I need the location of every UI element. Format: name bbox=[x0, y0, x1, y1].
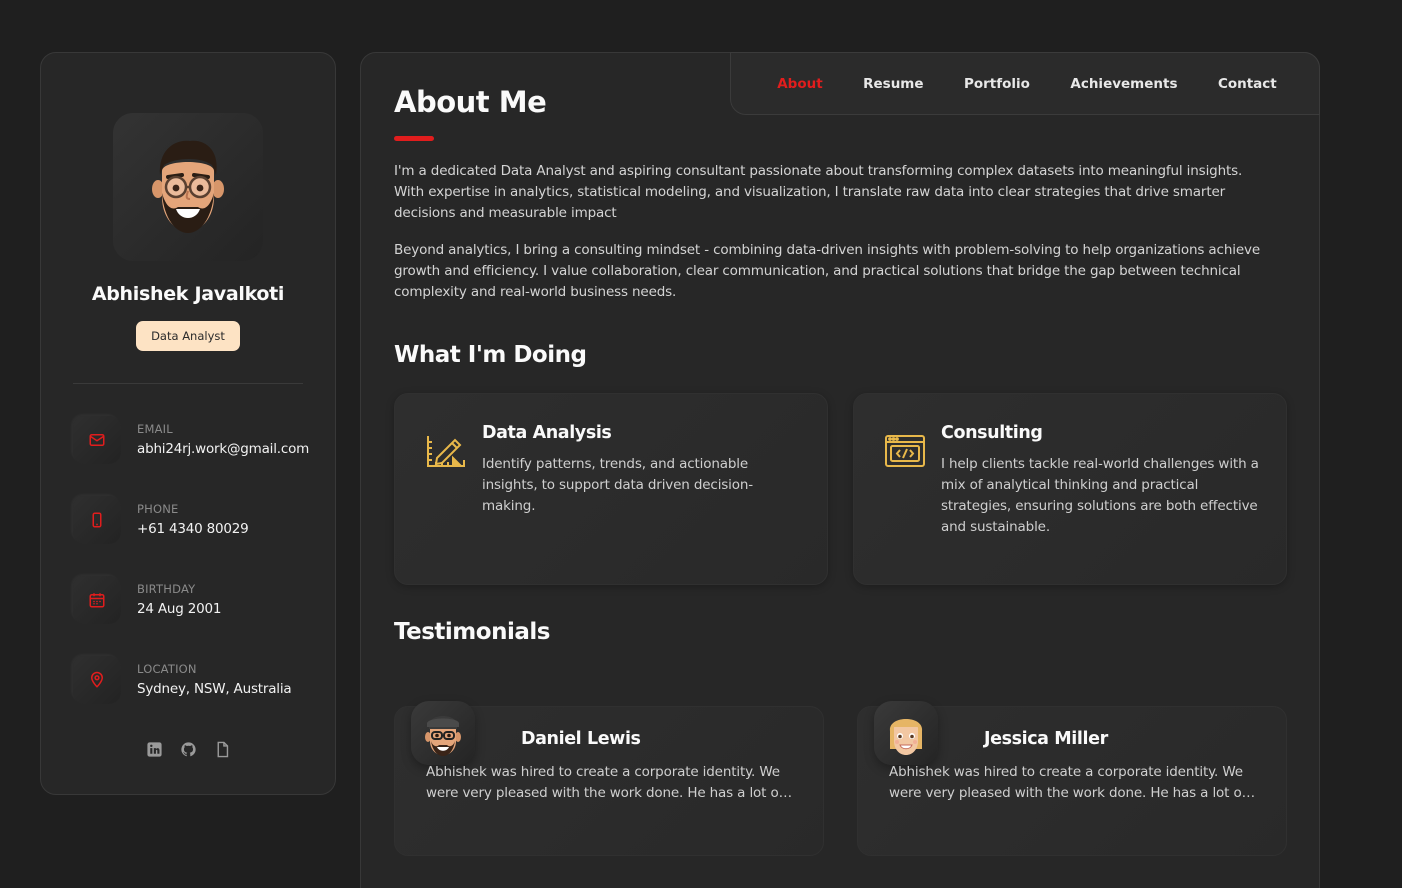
contact-label: EMAIL bbox=[137, 422, 173, 436]
about-paragraph: Beyond analytics, I bring a consulting m… bbox=[394, 242, 1260, 300]
female-avatar-icon bbox=[889, 719, 923, 755]
social-links bbox=[73, 740, 303, 758]
mail-icon bbox=[89, 434, 105, 446]
nav-achievements[interactable]: Achievements bbox=[1070, 76, 1177, 92]
sidebar: Abhishek Javalkoti Data Analyst EMAIL ab… bbox=[40, 52, 336, 795]
about-paragraph: I'm a dedicated Data Analyst and aspirin… bbox=[394, 163, 1243, 221]
location-value: Sydney, NSW, Australia bbox=[137, 681, 292, 697]
testimonial-name: Daniel Lewis bbox=[521, 729, 641, 749]
code-window-icon bbox=[885, 435, 925, 467]
linkedin-link[interactable] bbox=[145, 740, 163, 758]
birthday-value: 24 Aug 2001 bbox=[137, 601, 222, 617]
testimonial-text: Abhishek was hired to create a corporate… bbox=[426, 764, 784, 801]
testimonials-title: Testimonials bbox=[394, 619, 550, 645]
sidebar-divider bbox=[73, 383, 303, 384]
nav-about[interactable]: About bbox=[777, 76, 822, 92]
profile-title-badge: Data Analyst bbox=[136, 321, 240, 351]
title-underline bbox=[394, 136, 434, 141]
service-card: Data Analysis Identify patterns, trends,… bbox=[394, 393, 828, 585]
calendar-icon bbox=[89, 593, 105, 608]
contact-label: BIRTHDAY bbox=[137, 582, 196, 596]
contact-label: LOCATION bbox=[137, 662, 197, 676]
service-description: I help clients tackle real-world challen… bbox=[941, 456, 1259, 535]
document-icon bbox=[217, 741, 228, 757]
testimonial-card[interactable]: Daniel Lewis Abhishek was hired to creat… bbox=[394, 701, 824, 856]
location-icon bbox=[90, 671, 104, 688]
service-title: Consulting bbox=[941, 423, 1043, 443]
phone-icon bbox=[92, 512, 102, 528]
service-description: Identify patterns, trends, and actionabl… bbox=[482, 456, 754, 514]
email-link[interactable]: abhi24rj.work@gmail.com bbox=[137, 441, 309, 457]
resume-document-link[interactable] bbox=[213, 740, 231, 758]
contact-icon-box bbox=[73, 496, 121, 544]
phone-link[interactable]: +61 4340 80029 bbox=[137, 521, 249, 537]
testimonial-text: Abhishek was hired to create a corporate… bbox=[889, 764, 1247, 801]
contact-email: EMAIL abhi24rj.work@gmail.com bbox=[73, 416, 309, 496]
contact-label: PHONE bbox=[137, 502, 179, 516]
contact-phone: PHONE +61 4340 80029 bbox=[73, 496, 303, 576]
navbar: About Resume Portfolio Achievements Cont… bbox=[730, 52, 1320, 115]
design-pencil-icon bbox=[427, 436, 465, 467]
github-icon bbox=[180, 741, 196, 756]
github-link[interactable] bbox=[179, 740, 197, 758]
nav-contact[interactable]: Contact bbox=[1218, 76, 1277, 92]
service-card: Consulting I help clients tackle real-wo… bbox=[853, 393, 1287, 585]
memoji-avatar-icon bbox=[152, 140, 224, 233]
contact-location: LOCATION Sydney, NSW, Australia bbox=[73, 656, 303, 736]
male-avatar-icon bbox=[425, 716, 461, 756]
contact-icon-box bbox=[73, 416, 121, 464]
linkedin-icon bbox=[146, 741, 162, 757]
services-title: What I'm Doing bbox=[394, 342, 587, 368]
contact-icon-box bbox=[73, 656, 121, 704]
profile-name: Abhishek Javalkoti bbox=[91, 283, 285, 305]
main-content: About Resume Portfolio Achievements Cont… bbox=[360, 52, 1320, 888]
contact-birthday: BIRTHDAY 24 Aug 2001 bbox=[73, 576, 303, 656]
testimonial-card[interactable]: Jessica Miller Abhishek was hired to cre… bbox=[857, 701, 1287, 856]
contact-list: EMAIL abhi24rj.work@gmail.com PHONE +61 … bbox=[73, 416, 309, 736]
contact-icon-box bbox=[73, 576, 121, 624]
testimonial-avatar bbox=[874, 701, 938, 765]
testimonial-name: Jessica Miller bbox=[984, 729, 1108, 749]
avatar bbox=[113, 113, 263, 261]
testimonial-avatar bbox=[411, 701, 475, 765]
page-title: About Me bbox=[394, 85, 547, 119]
service-title: Data Analysis bbox=[482, 423, 612, 443]
nav-resume[interactable]: Resume bbox=[863, 76, 923, 92]
nav-portfolio[interactable]: Portfolio bbox=[964, 76, 1030, 92]
